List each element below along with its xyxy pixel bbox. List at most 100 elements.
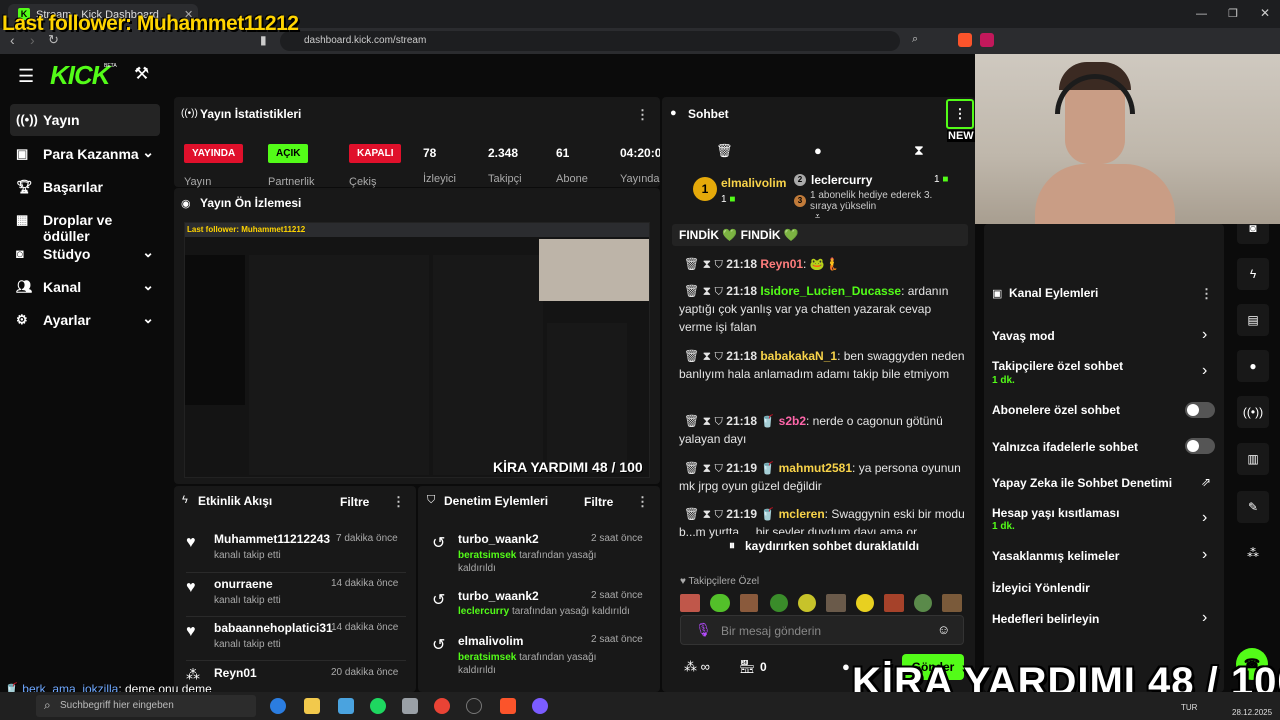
sidebar-item-para-kazanma[interactable]: ▣ Para Kazanma ⌄ bbox=[10, 138, 160, 170]
rail-notes-icon[interactable]: ▤ bbox=[1237, 304, 1269, 336]
url-bar[interactable]: dashboard.kick.com/stream bbox=[280, 31, 900, 51]
sidebar-item-ayarlar[interactable]: ⚙ Ayarlar ⌄ bbox=[10, 304, 160, 336]
zoom-icon[interactable]: ⌕ bbox=[912, 33, 918, 46]
action-account-age[interactable]: Hesap yaşı kısıtlaması bbox=[992, 506, 1119, 520]
emote-icon[interactable] bbox=[798, 594, 816, 612]
emote-icon[interactable] bbox=[710, 594, 730, 612]
calculator-icon[interactable] bbox=[402, 698, 418, 714]
mod-actions-icon[interactable]: 🗑︎ ⧗ ⛉ bbox=[679, 349, 726, 363]
sidebar-item-studyo[interactable]: ◙ Stüdyo ⌄ bbox=[10, 238, 160, 270]
mod-actions-icon[interactable]: 🗑︎ ⧗ ⛉ bbox=[684, 257, 726, 271]
action-slow-mode[interactable]: Yavaş mod bbox=[992, 329, 1055, 343]
menu-icon[interactable]: ☰ bbox=[18, 66, 34, 87]
mod-by[interactable]: beratsimsek bbox=[458, 652, 516, 663]
language-indicator[interactable]: TUR bbox=[1181, 703, 1197, 712]
action-raid[interactable]: İzleyici Yönlendir bbox=[992, 581, 1090, 595]
moderation-filter-button[interactable]: Filtre bbox=[584, 495, 613, 509]
chat-input[interactable]: 🎙︎ Bir mesaj gönderin ☺ bbox=[680, 615, 964, 645]
kick-logo[interactable]: KICK bbox=[50, 60, 111, 91]
points-icon[interactable]: ⁂ ∞ bbox=[684, 659, 710, 675]
chat-user[interactable]: mcleren bbox=[779, 507, 825, 521]
emote-only-toggle[interactable] bbox=[1185, 438, 1215, 454]
window-maximize-button[interactable]: ❐ bbox=[1228, 7, 1238, 20]
rail-layout-icon[interactable]: ▥ bbox=[1237, 443, 1269, 475]
activity-filter-button[interactable]: Filtre bbox=[340, 495, 369, 509]
emote-icon[interactable] bbox=[914, 594, 932, 612]
trash-icon[interactable]: 🗑︎ bbox=[716, 143, 733, 159]
more-icon[interactable]: ⋮ bbox=[1200, 286, 1213, 302]
chevron-right-icon[interactable]: › bbox=[1202, 546, 1207, 564]
window-close-button[interactable]: ✕ bbox=[1260, 6, 1270, 20]
chat-user[interactable]: babakakaN_1 bbox=[760, 349, 837, 363]
mod-by[interactable]: leclercurry bbox=[458, 606, 509, 617]
emote-icon[interactable] bbox=[740, 594, 758, 612]
hourglass-icon[interactable]: ⧗ bbox=[914, 142, 924, 159]
activity-name[interactable]: Muhammet11212243 bbox=[214, 532, 330, 546]
action-goals[interactable]: Hedefleri belirleyin bbox=[992, 612, 1099, 626]
emote-icon[interactable] bbox=[884, 594, 904, 612]
emote-icon[interactable] bbox=[770, 594, 788, 612]
chat-user[interactable]: Reyn01 bbox=[760, 257, 803, 271]
store-icon[interactable]: 🏪︎ bbox=[739, 659, 756, 675]
activity-name[interactable]: babaannehoplatici31 bbox=[214, 621, 333, 635]
app-icon[interactable] bbox=[532, 698, 548, 714]
obs-icon[interactable] bbox=[466, 698, 482, 714]
expand-icon[interactable]: ⩡ bbox=[815, 211, 820, 222]
chat-user[interactable]: Isidore_Lucien_Ducasse bbox=[760, 284, 901, 298]
taskbar-date[interactable]: 28.12.2025 bbox=[1232, 708, 1272, 717]
sidebar-item-yayin[interactable]: ((•)) Yayın bbox=[10, 104, 160, 136]
rail-lightning-icon[interactable]: ϟ bbox=[1237, 258, 1269, 290]
sidebar-item-kanal[interactable]: 👥︎ Kanal ⌄ bbox=[10, 271, 160, 303]
brave-icon[interactable] bbox=[500, 698, 516, 714]
chat-user[interactable]: mahmut2581 bbox=[779, 461, 852, 475]
hammer-icon[interactable]: ⚒ bbox=[134, 64, 149, 84]
emote-icon[interactable] bbox=[680, 594, 700, 612]
chevron-right-icon[interactable]: › bbox=[1202, 326, 1207, 344]
action-sub-only[interactable]: Abonelere özel sohbet bbox=[992, 403, 1120, 417]
activity-name[interactable]: Reyn01 bbox=[214, 666, 257, 680]
chat-user[interactable]: s2b2 bbox=[779, 414, 806, 428]
action-ai-moderation[interactable]: Yapay Zeka ile Sohbet Denetimi bbox=[992, 476, 1172, 490]
emote-icon[interactable] bbox=[826, 594, 846, 612]
rail-broadcast-icon[interactable]: ((•)) bbox=[1237, 396, 1269, 428]
mod-actions-icon[interactable]: 🗑︎ ⧗ ⛉ bbox=[679, 507, 726, 521]
sidebar-item-droplar[interactable]: ▦ Droplar ve ödüller bbox=[10, 204, 160, 244]
action-follower-only[interactable]: Takipçilere özel sohbet bbox=[992, 359, 1123, 373]
mod-user[interactable]: elmalivolim bbox=[458, 634, 523, 648]
chevron-right-icon[interactable]: › bbox=[1202, 509, 1207, 527]
external-link-icon[interactable]: ⇗ bbox=[1201, 475, 1211, 489]
rail-chat-icon[interactable]: ● bbox=[1237, 350, 1269, 382]
taskbar-search[interactable]: ⌕ Suchbegriff hier eingeben bbox=[36, 695, 256, 717]
mod-actions-icon[interactable]: 🗑︎ ⧗ ⛉ bbox=[679, 284, 726, 298]
mod-actions-icon[interactable]: 🗑︎ ⧗ ⛉ bbox=[679, 461, 726, 475]
action-emote-only[interactable]: Yalnızca ifadelerle sohbet bbox=[992, 440, 1138, 454]
edge-icon[interactable] bbox=[270, 698, 286, 714]
folder-icon[interactable] bbox=[304, 698, 320, 714]
stream-preview[interactable]: Last follower: Muhammet11212 KİRA YARDIM… bbox=[184, 222, 650, 478]
emote-icon[interactable] bbox=[856, 594, 874, 612]
more-icon[interactable]: ⋮ bbox=[636, 107, 649, 123]
mic-icon[interactable]: 🎙︎ bbox=[695, 622, 712, 638]
more-icon[interactable]: ⋮ bbox=[636, 494, 649, 510]
rail-points-icon[interactable]: ⁂ bbox=[1237, 537, 1269, 569]
sub-only-toggle[interactable] bbox=[1185, 402, 1215, 418]
rail-wrench-icon[interactable]: ✎ bbox=[1237, 491, 1269, 523]
chat-more-button[interactable]: ⋮ bbox=[946, 99, 974, 129]
chat-bubble-icon[interactable]: ● bbox=[814, 143, 822, 158]
chat-settings-icon[interactable]: ● bbox=[842, 659, 850, 674]
more-icon[interactable]: ⋮ bbox=[392, 494, 405, 510]
activity-name[interactable]: onurraene bbox=[214, 577, 273, 591]
mod-actions-icon[interactable]: 🗑︎ ⧗ ⛉ bbox=[679, 414, 726, 428]
chrome-icon[interactable] bbox=[434, 698, 450, 714]
mod-user[interactable]: turbo_waank2 bbox=[458, 532, 539, 546]
gift-user-name[interactable]: leclercurry bbox=[811, 173, 872, 187]
window-minimize-button[interactable]: — bbox=[1196, 8, 1207, 20]
top-gifter-name[interactable]: elmalivolim bbox=[721, 176, 786, 190]
mod-user[interactable]: turbo_waank2 bbox=[458, 589, 539, 603]
rewards-icon[interactable] bbox=[980, 33, 994, 47]
mod-by[interactable]: beratsimsek bbox=[458, 550, 516, 561]
chevron-right-icon[interactable]: › bbox=[1202, 362, 1207, 380]
sidebar-item-basarilar[interactable]: 🏆︎ Başarılar bbox=[10, 171, 160, 203]
brave-shield-icon[interactable] bbox=[958, 33, 972, 47]
spotify-icon[interactable] bbox=[370, 698, 386, 714]
